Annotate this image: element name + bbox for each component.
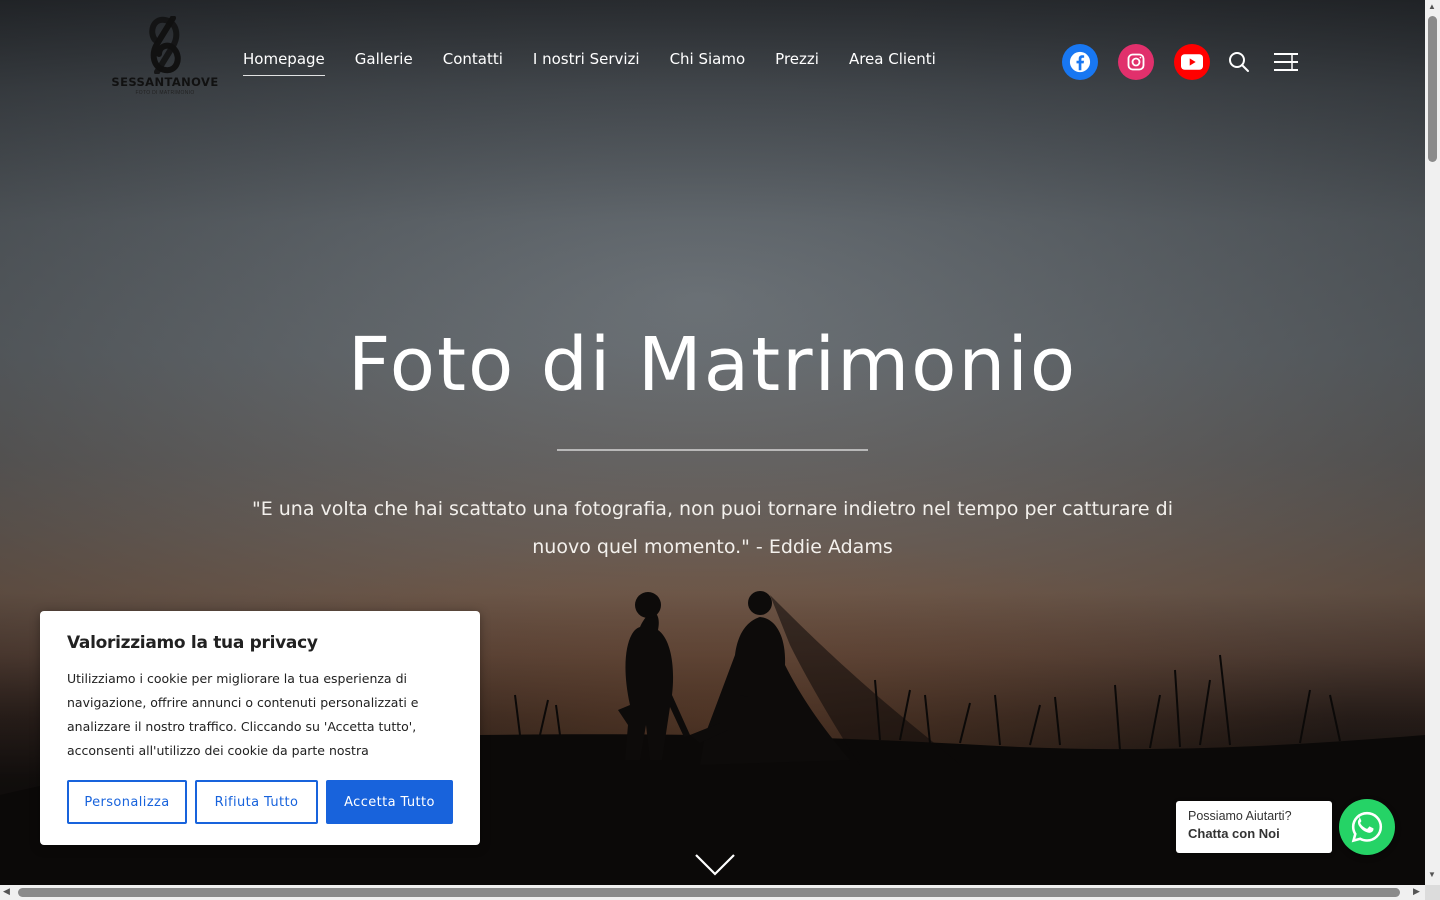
site-logo[interactable]: SESSANTANOVE FOTO DI MATRIMONIO	[111, 16, 219, 98]
cookie-title: Valorizziamo la tua privacy	[67, 633, 318, 653]
whatsapp-prompt: Possiamo Aiutarti?	[1188, 809, 1292, 823]
scroll-right-arrow-icon[interactable]: ▶	[1413, 886, 1420, 897]
hero-divider	[557, 449, 868, 451]
chevron-down-icon[interactable]	[694, 852, 736, 878]
logo-text: SESSANTANOVE	[111, 75, 219, 89]
search-icon[interactable]	[1228, 51, 1250, 73]
reject-all-button[interactable]: Rifiuta Tutto	[195, 780, 318, 824]
scroll-down-arrow-icon[interactable]: ▼	[1428, 870, 1436, 879]
instagram-icon[interactable]	[1118, 44, 1154, 80]
nav-item-prezzi[interactable]: Prezzi	[775, 50, 819, 74]
nav-item-servizi[interactable]: I nostri Servizi	[533, 50, 640, 74]
cookie-text: Utilizziamo i cookie per migliorare la t…	[67, 671, 419, 758]
whatsapp-cta: Chatta con Noi	[1188, 826, 1280, 841]
whatsapp-chat-bubble[interactable]: Possiamo Aiutarti? Chatta con Noi	[1176, 801, 1332, 853]
cookie-buttons: Personalizza Rifiuta Tutto Accetta Tutto	[67, 780, 453, 824]
main-navigation: Homepage Gallerie Contatti I nostri Serv…	[243, 50, 936, 76]
youtube-icon[interactable]	[1174, 44, 1210, 80]
hero-quote: "E una volta che hai scattato una fotogr…	[251, 498, 1174, 558]
scroll-left-arrow-icon[interactable]: ◀	[3, 886, 10, 897]
nav-item-area-clienti[interactable]: Area Clienti	[849, 50, 936, 74]
hero-title: Foto di Matrimonio	[347, 322, 1078, 408]
vertical-scroll-thumb[interactable]	[1428, 16, 1437, 162]
horizontal-scroll-thumb[interactable]	[18, 888, 1400, 897]
nav-item-homepage[interactable]: Homepage	[243, 50, 325, 76]
scroll-up-arrow-icon[interactable]: ▲	[1428, 2, 1436, 11]
logo-mark-icon	[149, 16, 181, 74]
customize-button[interactable]: Personalizza	[67, 780, 187, 824]
nav-item-chi-siamo[interactable]: Chi Siamo	[670, 50, 746, 74]
accept-all-button[interactable]: Accetta Tutto	[326, 780, 453, 824]
whatsapp-icon[interactable]	[1339, 799, 1395, 855]
scrollbar-corner	[1425, 885, 1440, 900]
cookie-consent-banner: Valorizziamo la tua privacy Utilizziamo …	[40, 611, 480, 845]
nav-item-contatti[interactable]: Contatti	[443, 50, 503, 74]
logo-subtext: FOTO DI MATRIMONIO	[135, 90, 195, 96]
facebook-icon[interactable]	[1062, 44, 1098, 80]
sidebar-menu-icon[interactable]	[1273, 52, 1299, 72]
nav-item-gallerie[interactable]: Gallerie	[355, 50, 413, 74]
